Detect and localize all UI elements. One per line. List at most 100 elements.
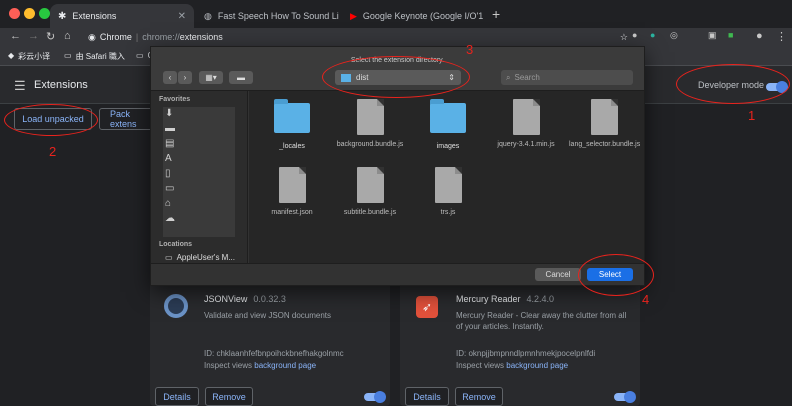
folder-icon bbox=[430, 99, 466, 133]
desktop-icon[interactable]: ▬ bbox=[165, 123, 175, 134]
annotation-circle-4 bbox=[578, 254, 654, 296]
document-icon bbox=[356, 99, 384, 135]
file-name: manifest.json bbox=[271, 209, 313, 216]
menu-icon[interactable]: ⋮ bbox=[776, 30, 787, 43]
address-bar[interactable]: ◉ Chrome | chrome://extensions ☆ bbox=[88, 29, 628, 45]
file-item[interactable]: images bbox=[413, 99, 483, 151]
hamburger-menu-icon[interactable]: ☰ bbox=[14, 78, 26, 94]
view-grid-icon[interactable]: ▦▾ bbox=[199, 71, 223, 84]
dialog-sidebar: Favorites ⬇ ▬ ▤ A ▯ ▭ ⌂ ☁ Locations ▭ AppleUser'… bbox=[151, 91, 248, 263]
file-item[interactable]: background.bundle.js bbox=[335, 99, 405, 149]
remove-button[interactable]: Remove bbox=[205, 387, 253, 406]
document-icon bbox=[434, 167, 462, 203]
reload-icon[interactable]: ↻ bbox=[46, 30, 55, 43]
details-button[interactable]: Details bbox=[405, 387, 449, 406]
extension-card-mercury: ➶ Mercury Reader 4.2.4.0 Mercury Reader -… bbox=[400, 280, 640, 406]
applications-icon[interactable]: A bbox=[165, 153, 175, 164]
details-button[interactable]: Details bbox=[155, 387, 199, 406]
remove-button[interactable]: Remove bbox=[455, 387, 503, 406]
zoom-window-button[interactable] bbox=[39, 8, 50, 19]
background-page-link[interactable]: background page bbox=[506, 361, 568, 370]
document-icon[interactable]: ▯ bbox=[165, 168, 175, 179]
icloud-icon[interactable]: ☁ bbox=[165, 213, 175, 224]
new-tab-icon[interactable]: + bbox=[492, 6, 500, 22]
document-icon bbox=[590, 99, 618, 135]
search-input[interactable]: ⌕ Search bbox=[501, 70, 633, 85]
file-name: lang_selector.bundle.js bbox=[569, 141, 641, 148]
file-name: jquery-3.4.1.min.js bbox=[497, 141, 555, 148]
annotation-number-3: 3 bbox=[466, 42, 474, 57]
new-folder-icon[interactable]: ▬ bbox=[229, 71, 253, 84]
globe-icon: ◍ bbox=[204, 10, 212, 21]
file-item[interactable]: jquery-3.4.1.min.js bbox=[491, 99, 561, 149]
tab-google-keynote[interactable]: ▶ Google Keynote (Google I/O'1✕ bbox=[342, 4, 486, 28]
annotation-circle-2 bbox=[4, 104, 98, 136]
chrome-icon: ◉ bbox=[88, 31, 96, 42]
back-icon[interactable]: ← bbox=[10, 30, 21, 42]
bookmark-icon: ◆ bbox=[8, 51, 15, 60]
location-item[interactable]: ▭ AppleUser's M... bbox=[165, 253, 235, 262]
downloads-icon[interactable]: ⬇ bbox=[165, 108, 175, 119]
page-title: Extensions bbox=[34, 79, 88, 91]
extension-icon[interactable]: ● bbox=[632, 30, 637, 40]
extension-icon[interactable]: ▣ bbox=[708, 30, 717, 41]
locations-heading: Locations bbox=[159, 241, 193, 248]
file-browser: _locales background.bundle.js images jquery… bbox=[249, 91, 644, 263]
forward-icon[interactable]: → bbox=[28, 30, 39, 42]
file-item[interactable]: lang_selector.bundle.js bbox=[569, 99, 641, 149]
extension-icon[interactable]: ● bbox=[650, 30, 655, 40]
file-item[interactable]: _locales bbox=[257, 99, 327, 151]
forward-icon[interactable]: › bbox=[178, 71, 192, 84]
star-icon[interactable]: ☆ bbox=[620, 32, 628, 43]
toolbar: ← → ↻ ⌂ ◉ Chrome | chrome://extensions ☆ … bbox=[0, 28, 792, 46]
close-window-button[interactable] bbox=[9, 8, 20, 19]
folder-icon: ▭ bbox=[136, 51, 144, 60]
extension-name: Mercury Reader bbox=[456, 294, 521, 304]
dialog-footer: Cancel Select bbox=[151, 263, 644, 285]
tab-extensions[interactable]: ✱ Extensions ✕ bbox=[50, 4, 194, 28]
extension-description: Validate and view JSON documents bbox=[204, 311, 332, 320]
documents-icon[interactable]: ▤ bbox=[165, 138, 175, 149]
file-name: _locales bbox=[279, 143, 305, 150]
disk-icon[interactable]: ▭ bbox=[165, 183, 175, 194]
cancel-button[interactable]: Cancel bbox=[535, 268, 581, 281]
annotation-circle-3 bbox=[322, 56, 470, 98]
minimize-window-button[interactable] bbox=[24, 8, 35, 19]
extension-description: Mercury Reader - Clear away the clutter … bbox=[456, 311, 627, 332]
favorites-heading: Favorites bbox=[159, 96, 191, 103]
close-tab-icon[interactable]: ✕ bbox=[178, 11, 186, 22]
annotation-circle-1 bbox=[676, 64, 790, 104]
file-name: images bbox=[436, 143, 460, 150]
rocket-icon: ➶ bbox=[416, 296, 438, 318]
document-icon bbox=[278, 167, 306, 203]
extension-version: 4.2.4.0 bbox=[526, 294, 555, 304]
file-name: trs.js bbox=[440, 209, 456, 216]
extension-id: ID: chklaanhfefbnpoihckbnefhakgolnmc bbox=[204, 349, 344, 358]
extension-icon[interactable]: ■ bbox=[728, 30, 733, 40]
bookmark-item[interactable]: ◆ 彩云小译 bbox=[8, 51, 50, 62]
extension-enable-toggle[interactable] bbox=[364, 391, 386, 403]
tab-bar: ✱ Extensions ✕ ◍ Fast Speech How To Sound… bbox=[0, 0, 792, 28]
profile-icon[interactable]: ● bbox=[756, 30, 763, 42]
home-icon[interactable]: ⌂ bbox=[165, 198, 175, 209]
file-name: subtitle.bundle.js bbox=[343, 209, 397, 216]
extension-icon[interactable]: ◎ bbox=[670, 30, 678, 41]
back-icon[interactable]: ‹ bbox=[163, 71, 177, 84]
search-icon: ⌕ bbox=[506, 72, 511, 82]
file-item[interactable]: trs.js bbox=[413, 167, 483, 217]
extension-name: JSONView bbox=[204, 294, 248, 304]
document-icon bbox=[356, 167, 384, 203]
tab-fast-speech[interactable]: ◍ Fast Speech How To Sound Li✕ bbox=[196, 4, 340, 28]
file-item[interactable]: manifest.json bbox=[257, 167, 327, 217]
extension-version: 0.0.32.3 bbox=[253, 294, 286, 304]
extension-id: ID: oknpjjbmpnndlpmnhmekjpocelpnlfdi bbox=[456, 349, 596, 358]
computer-icon: ▭ bbox=[165, 253, 173, 262]
home-icon[interactable]: ⌂ bbox=[64, 30, 71, 42]
bookmark-folder[interactable]: ▭ 由 Safari 職入 bbox=[64, 51, 125, 62]
file-item[interactable]: subtitle.bundle.js bbox=[335, 167, 405, 217]
file-name: background.bundle.js bbox=[336, 141, 404, 148]
extension-enable-toggle[interactable] bbox=[614, 391, 636, 403]
puzzle-icon: ✱ bbox=[58, 10, 67, 22]
jsonview-icon bbox=[164, 294, 188, 318]
background-page-link[interactable]: background page bbox=[254, 361, 316, 370]
